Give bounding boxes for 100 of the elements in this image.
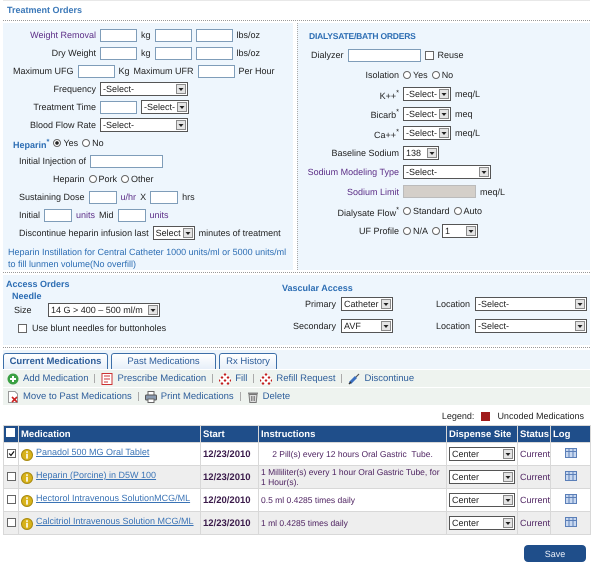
- radio-button[interactable]: [121, 175, 130, 183]
- radio-button[interactable]: [82, 139, 90, 147]
- input-field[interactable]: [198, 64, 235, 78]
- log-icon: [564, 471, 576, 481]
- radio-label: No: [92, 138, 104, 148]
- label: units: [150, 210, 169, 220]
- input-field[interactable]: [100, 46, 137, 60]
- dropdown[interactable]: -Select-: [403, 106, 452, 121]
- table-cell: Current: [518, 466, 550, 488]
- dropdown[interactable]: -Select-: [475, 297, 587, 311]
- label: meq: [455, 108, 473, 119]
- section-heading: DIALYSATE/BATH ORDERS: [309, 30, 416, 41]
- toolbar-link[interactable]: Move to Past Medications: [23, 391, 132, 402]
- checkbox[interactable]: [6, 472, 16, 480]
- label: kg: [141, 48, 151, 58]
- dropdown[interactable]: -Select-: [100, 118, 188, 132]
- column-header: Status: [518, 426, 550, 442]
- checkbox-label: Use blunt needles for buttonholes: [32, 323, 166, 333]
- checkbox[interactable]: [6, 494, 16, 504]
- checkbox[interactable]: [6, 518, 16, 526]
- radio-label: Auto: [464, 206, 482, 216]
- radio-button[interactable]: [403, 226, 411, 235]
- dropdown[interactable]: Center: [449, 470, 515, 484]
- dropdown[interactable]: -Select-: [403, 87, 452, 102]
- label: lbs/oz: [236, 30, 260, 40]
- dropdown[interactable]: 138: [403, 146, 439, 160]
- dropdown[interactable]: -Select-: [100, 82, 188, 96]
- input-field[interactable]: [196, 28, 233, 42]
- table-cell: Current: [518, 442, 550, 466]
- input-field[interactable]: [196, 46, 233, 60]
- label: Baseline Sodium: [331, 148, 399, 158]
- toolbar-link[interactable]: Discontinue: [364, 373, 414, 384]
- label: meq/L: [455, 89, 480, 100]
- caret-icon: [503, 449, 513, 459]
- label: Mid: [99, 210, 114, 220]
- caret-icon: [177, 102, 188, 112]
- checkbox[interactable]: [6, 448, 16, 458]
- label: Maximum UFG: [13, 66, 74, 76]
- label: Dialyzer: [311, 50, 344, 60]
- table-cell: 12/23/2010: [200, 512, 258, 534]
- label: minutes of treatment: [198, 228, 281, 238]
- checkbox[interactable]: [18, 324, 27, 332]
- input-field[interactable]: [100, 100, 137, 114]
- label: meq/L: [480, 186, 506, 197]
- label: Sodium Limit: [346, 186, 399, 197]
- tab[interactable]: Past Medications: [111, 353, 216, 369]
- label: Location: [434, 321, 470, 331]
- dropdown[interactable]: -Select-: [403, 126, 452, 140]
- log-icon: [564, 494, 576, 504]
- table-cell: 12/23/2010: [200, 442, 258, 466]
- radio-button[interactable]: [432, 226, 440, 235]
- label: Ca++$^{*}$: [374, 130, 399, 140]
- input-field[interactable]: [44, 208, 72, 222]
- radio-button[interactable]: [53, 139, 62, 147]
- save-button[interactable]: Save: [524, 545, 586, 562]
- document-icon: [7, 390, 19, 402]
- radio-button[interactable]: [88, 175, 97, 183]
- radio-button[interactable]: [403, 70, 411, 79]
- dropdown[interactable]: -Select-: [403, 165, 491, 180]
- dropdown[interactable]: 1: [442, 224, 478, 238]
- dropdown[interactable]: Catheter: [341, 297, 393, 311]
- syringe-icon: [348, 372, 360, 384]
- dropdown[interactable]: Center: [449, 493, 515, 507]
- dropdown[interactable]: -Select-: [475, 319, 587, 333]
- input-field[interactable]: [88, 190, 117, 204]
- info-icon: [21, 472, 33, 484]
- checkbox[interactable]: [424, 50, 434, 60]
- label: Discontinue heparin infusion last: [19, 228, 149, 238]
- dropdown[interactable]: Center: [449, 447, 515, 461]
- input-field[interactable]: [100, 28, 137, 42]
- input-field[interactable]: [118, 208, 146, 222]
- radio-button[interactable]: [403, 207, 411, 216]
- dropdown[interactable]: AVF: [341, 319, 393, 333]
- toolbar-link[interactable]: Add Medication: [23, 373, 88, 384]
- radio-label: N/A: [413, 226, 428, 236]
- table-cell: 1 ml 0.4285 times daily: [258, 512, 446, 534]
- radio-button[interactable]: [432, 70, 440, 79]
- toolbar-link[interactable]: Fill: [235, 373, 248, 384]
- input-field[interactable]: [348, 48, 421, 62]
- tab[interactable]: Current Medications: [3, 353, 108, 369]
- dropdown[interactable]: -Select-: [141, 100, 190, 114]
- toolbar-link[interactable]: Refill Request: [276, 373, 336, 384]
- input-field[interactable]: [150, 190, 178, 204]
- toolbar-link[interactable]: Print Medications: [160, 391, 234, 402]
- dropdown[interactable]: 14 G > 400 – 500 ml/m: [48, 303, 160, 317]
- input-field[interactable]: [90, 154, 164, 168]
- dropdown[interactable]: Select: [152, 226, 195, 240]
- toolbar-link[interactable]: Prescribe Medication: [117, 373, 206, 384]
- input-field[interactable]: [78, 64, 114, 78]
- label: Blood Flow Rate: [30, 120, 96, 130]
- radio-button[interactable]: [454, 207, 462, 216]
- radio-label: Pork: [98, 174, 118, 184]
- dropdown[interactable]: Center: [449, 516, 515, 530]
- log-icon: [564, 448, 576, 458]
- label: Initial: [19, 210, 40, 220]
- toolbar-link[interactable]: Delete: [262, 391, 290, 402]
- tab[interactable]: Rx History: [219, 353, 277, 369]
- caret-icon: [381, 299, 391, 309]
- input-field[interactable]: [154, 28, 192, 42]
- input-field[interactable]: [154, 46, 192, 60]
